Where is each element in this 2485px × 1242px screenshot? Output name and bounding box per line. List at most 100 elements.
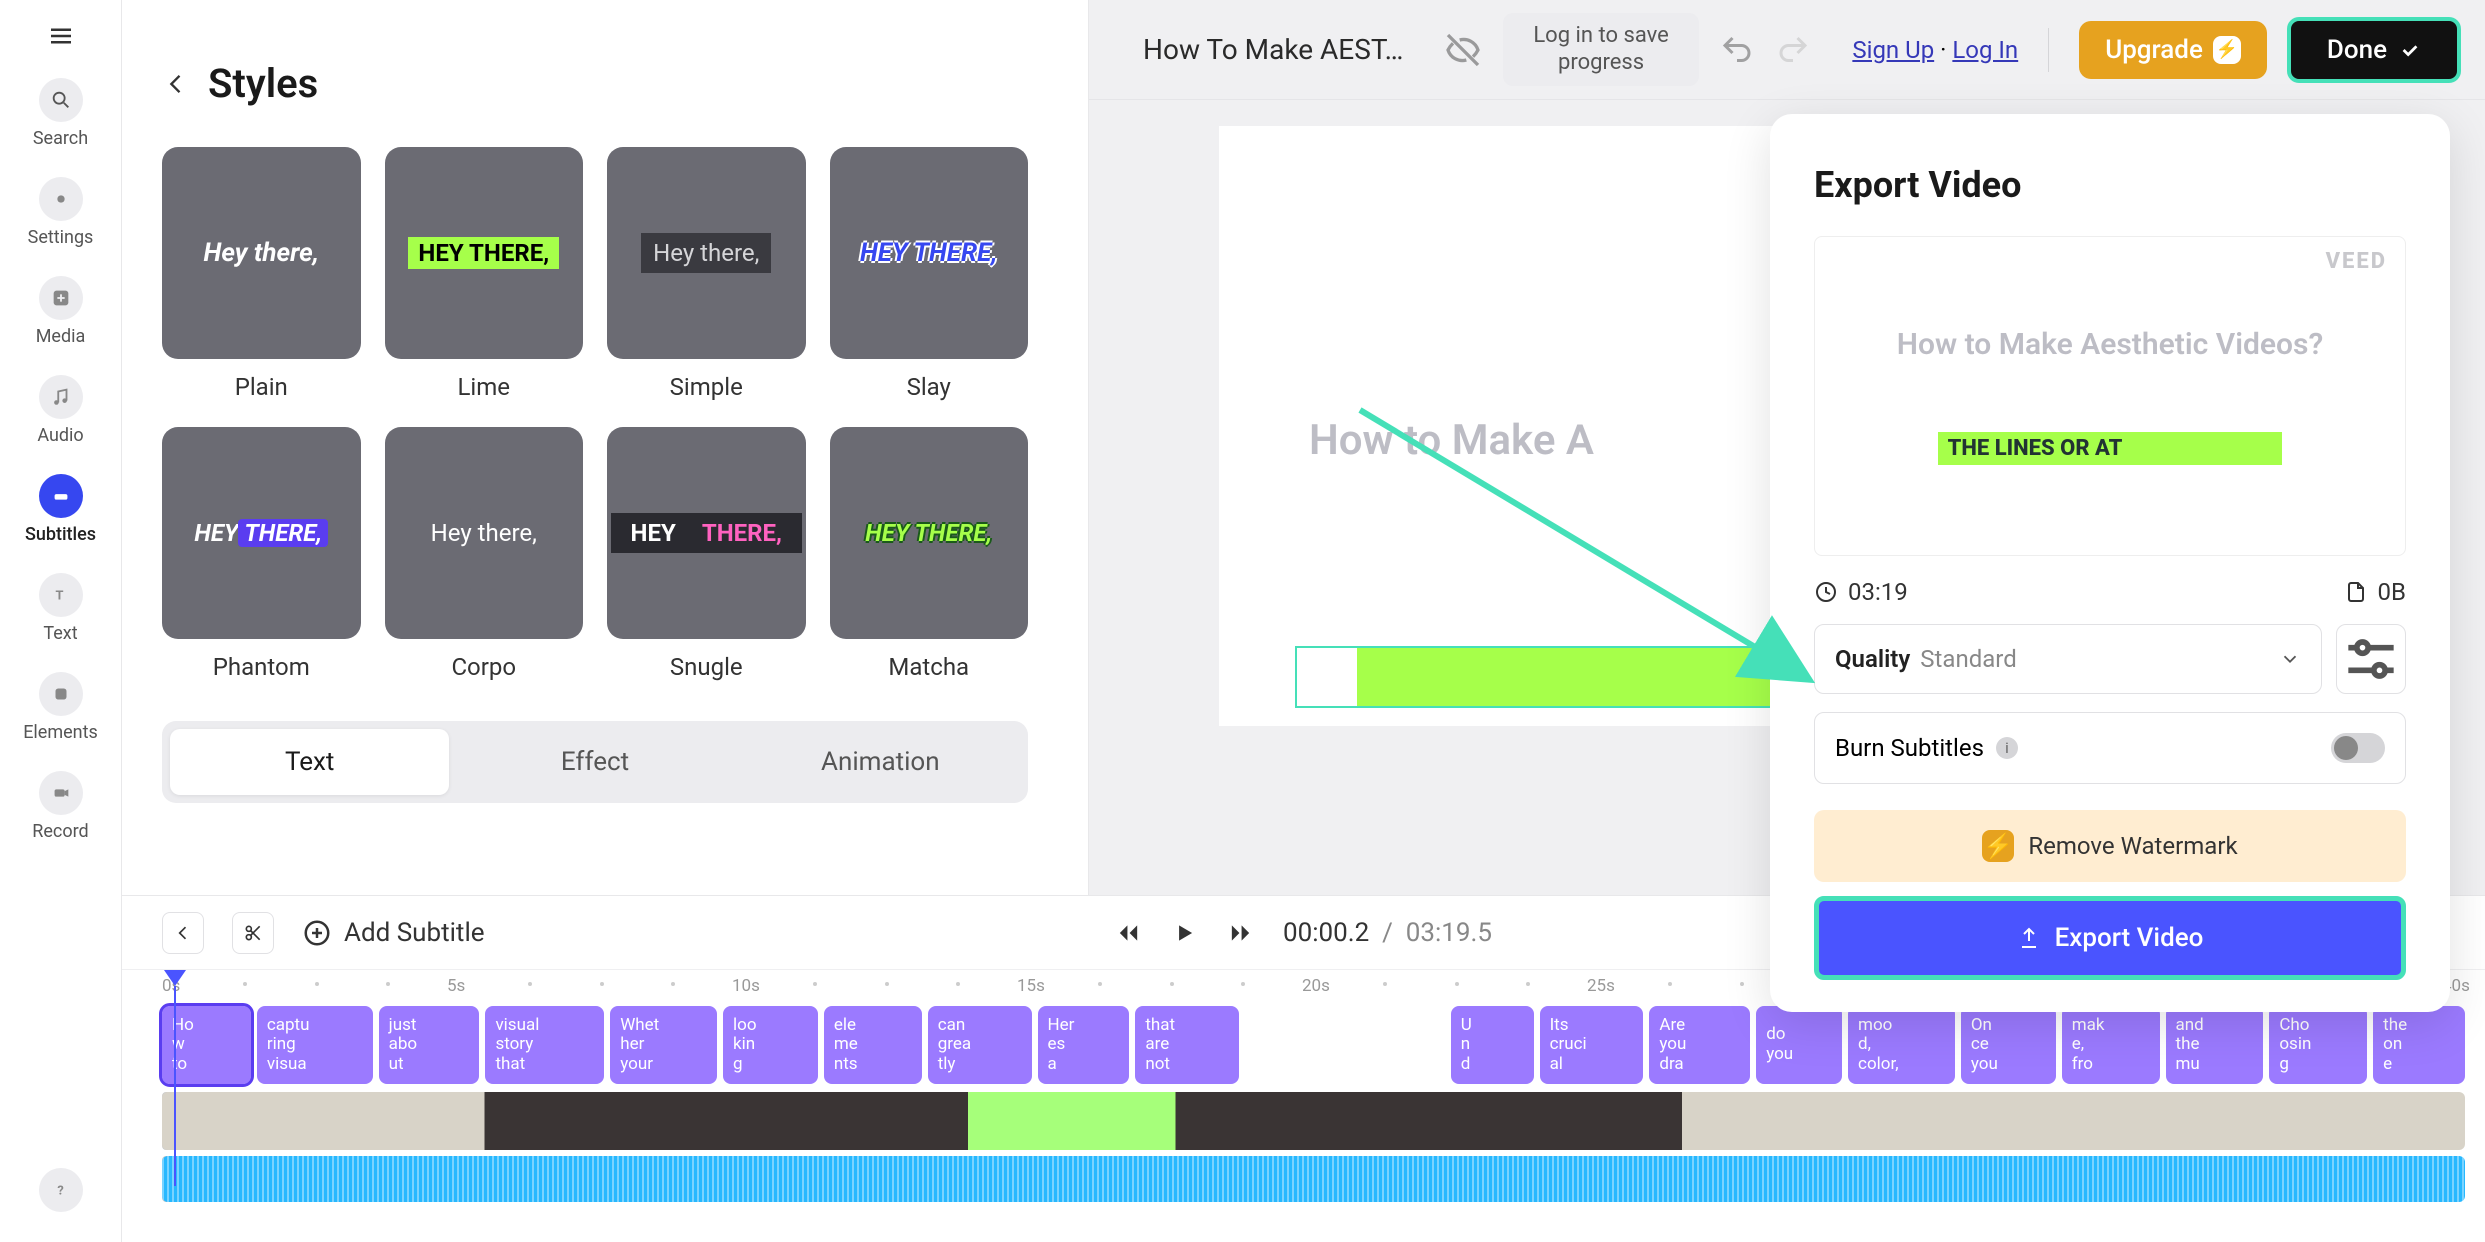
style-simple[interactable]: Hey there,Simple <box>607 147 806 401</box>
subtitle-clip[interactable]: doyou <box>1756 1006 1842 1084</box>
upgrade-button[interactable]: Upgrade⚡ <box>2079 21 2267 79</box>
remove-watermark-button[interactable]: ⚡ Remove Watermark <box>1814 810 2406 882</box>
ruler-tick: 10s <box>732 976 760 996</box>
subtitle-clip[interactable]: Und <box>1451 1006 1534 1084</box>
canvas[interactable]: How to Make A <box>1219 126 1789 726</box>
nav-label: Settings <box>28 227 94 248</box>
tab-text[interactable]: Text <box>170 729 449 795</box>
burn-subtitles-row: Burn Subtitles i <box>1814 712 2406 784</box>
styles-title: Styles <box>208 60 318 107</box>
nav-label: Elements <box>23 722 98 743</box>
auth-links: Sign Up · Log In <box>1852 36 2018 64</box>
subtitle-clip[interactable]: looking <box>723 1006 818 1084</box>
subtitle-clip[interactable]: Heresa <box>1038 1006 1130 1084</box>
canvas-headline: How to Make A <box>1309 416 1594 465</box>
style-slay[interactable]: HEY THERE,Slay <box>830 147 1029 401</box>
quality-select[interactable]: Quality Standard <box>1814 624 2322 694</box>
export-title: Export Video <box>1814 164 2406 206</box>
gear-icon <box>39 177 83 221</box>
subtitle-clip[interactable]: Onceyou <box>1961 1006 2056 1084</box>
nav-search[interactable]: Search <box>0 68 121 159</box>
done-button[interactable]: Done <box>2287 17 2461 83</box>
back-icon[interactable] <box>162 70 190 98</box>
nav-help[interactable]: ? <box>0 1158 121 1222</box>
export-meta: 03:19 0B <box>1814 578 2406 606</box>
split-button[interactable] <box>232 912 274 954</box>
subtitle-clip[interactable]: make,fro <box>2062 1006 2160 1084</box>
divider <box>2048 28 2049 72</box>
subtitle-clip[interactable]: visualstorythat <box>485 1006 604 1084</box>
audio-track[interactable] <box>162 1156 2465 1202</box>
file-icon <box>2344 580 2368 604</box>
visibility-off-icon[interactable] <box>1443 30 1483 70</box>
nav-audio[interactable]: Audio <box>0 365 121 456</box>
subtitle-clip[interactable]: justabout <box>379 1006 480 1084</box>
advanced-settings-button[interactable] <box>2336 624 2406 694</box>
style-lime[interactable]: HEY THERE,Lime <box>385 147 584 401</box>
styles-grid: Hey there,Plain HEY THERE,Lime Hey there… <box>162 147 1028 681</box>
play-icon[interactable] <box>1171 920 1197 946</box>
nav-rail: Search Settings Media Audio Subtitles T … <box>0 0 122 1242</box>
rewind-icon[interactable] <box>1115 920 1141 946</box>
style-matcha[interactable]: HEY THERE,Matcha <box>830 427 1029 681</box>
style-snugle[interactable]: HEY THERE,Snugle <box>607 427 806 681</box>
subtitle-clip[interactable]: Whetheryour <box>610 1006 717 1084</box>
subtitle-clip[interactable]: andthemu <box>2166 1006 2264 1084</box>
subtitle-track[interactable]: Howtocapturingvisuajustaboutvisualstoryt… <box>162 1006 2465 1084</box>
timeline-back-button[interactable] <box>162 912 204 954</box>
subtitle-clip[interactable]: elements <box>824 1006 922 1084</box>
add-subtitle-button[interactable]: Add Subtitle <box>302 918 485 948</box>
canvas-subtitle-selection[interactable] <box>1295 646 1789 708</box>
svg-text:T: T <box>55 589 63 604</box>
nav-elements[interactable]: Elements <box>0 662 121 753</box>
nav-label: Record <box>32 821 88 842</box>
info-icon[interactable]: i <box>1996 737 2018 759</box>
video-track[interactable] <box>162 1092 2465 1150</box>
export-panel: Export Video VEED How to Make Aesthetic … <box>1770 114 2450 1012</box>
forward-icon[interactable] <box>1227 920 1253 946</box>
login-link[interactable]: Log In <box>1952 36 2018 64</box>
style-corpo[interactable]: Hey there,Corpo <box>385 427 584 681</box>
shapes-icon <box>39 672 83 716</box>
subtitle-clip[interactable]: Choosing <box>2269 1006 2367 1084</box>
text-icon: T <box>39 573 83 617</box>
tab-effect[interactable]: Effect <box>455 729 734 795</box>
subtitle-clip[interactable]: cangreatly <box>928 1006 1032 1084</box>
subtitle-clip[interactable]: capturingvisua <box>257 1006 373 1084</box>
login-save-banner[interactable]: Log in to saveprogress <box>1503 13 1699 86</box>
subtitle-clip[interactable]: theone <box>2373 1006 2465 1084</box>
export-preview-subtitle: THE LINES OR AT <box>1938 432 2283 465</box>
nav-record[interactable]: Record <box>0 761 121 852</box>
subtitle-clip[interactable]: Areyoudra <box>1649 1006 1750 1084</box>
ruler-tick: 5s <box>447 976 465 996</box>
tracks: Howtocapturingvisuajustaboutvisualstoryt… <box>162 1006 2465 1202</box>
nav-text[interactable]: T Text <box>0 563 121 654</box>
nav-subtitles[interactable]: Subtitles <box>0 464 121 555</box>
nav-settings[interactable]: Settings <box>0 167 121 258</box>
playhead[interactable] <box>164 970 184 1180</box>
export-preview-headline: How to Make Aesthetic Videos? <box>1897 327 2323 362</box>
style-plain[interactable]: Hey there,Plain <box>162 147 361 401</box>
subtitle-clip[interactable]: thatarenot <box>1135 1006 1239 1084</box>
subtitle-clip[interactable]: mood,color, <box>1848 1006 1955 1084</box>
ruler-tick: 25s <box>1587 976 1615 996</box>
undo-icon[interactable] <box>1719 32 1755 68</box>
menu-button[interactable] <box>37 12 85 60</box>
signup-link[interactable]: Sign Up <box>1852 36 1934 64</box>
playback-controls: 00:00.2 / 03:19.5 <box>1115 918 1492 948</box>
tab-animation[interactable]: Animation <box>741 729 1020 795</box>
style-phantom[interactable]: HEY THERE,Phantom <box>162 427 361 681</box>
nav-label: Media <box>36 326 86 347</box>
ruler-tick: 15s <box>1017 976 1045 996</box>
burn-toggle[interactable] <box>2331 733 2385 763</box>
subtitle-clip[interactable]: Itscrucial <box>1540 1006 1644 1084</box>
ruler-tick: 20s <box>1302 976 1330 996</box>
project-title[interactable]: How To Make AEST… <box>1143 33 1403 66</box>
subtitles-icon <box>39 474 83 518</box>
redo-icon[interactable] <box>1775 32 1811 68</box>
export-preview: VEED How to Make Aesthetic Videos? THE L… <box>1814 236 2406 556</box>
burn-label: Burn Subtitles <box>1835 734 1984 762</box>
nav-media[interactable]: Media <box>0 266 121 357</box>
export-video-button[interactable]: Export Video <box>1814 896 2406 980</box>
camera-icon <box>39 771 83 815</box>
